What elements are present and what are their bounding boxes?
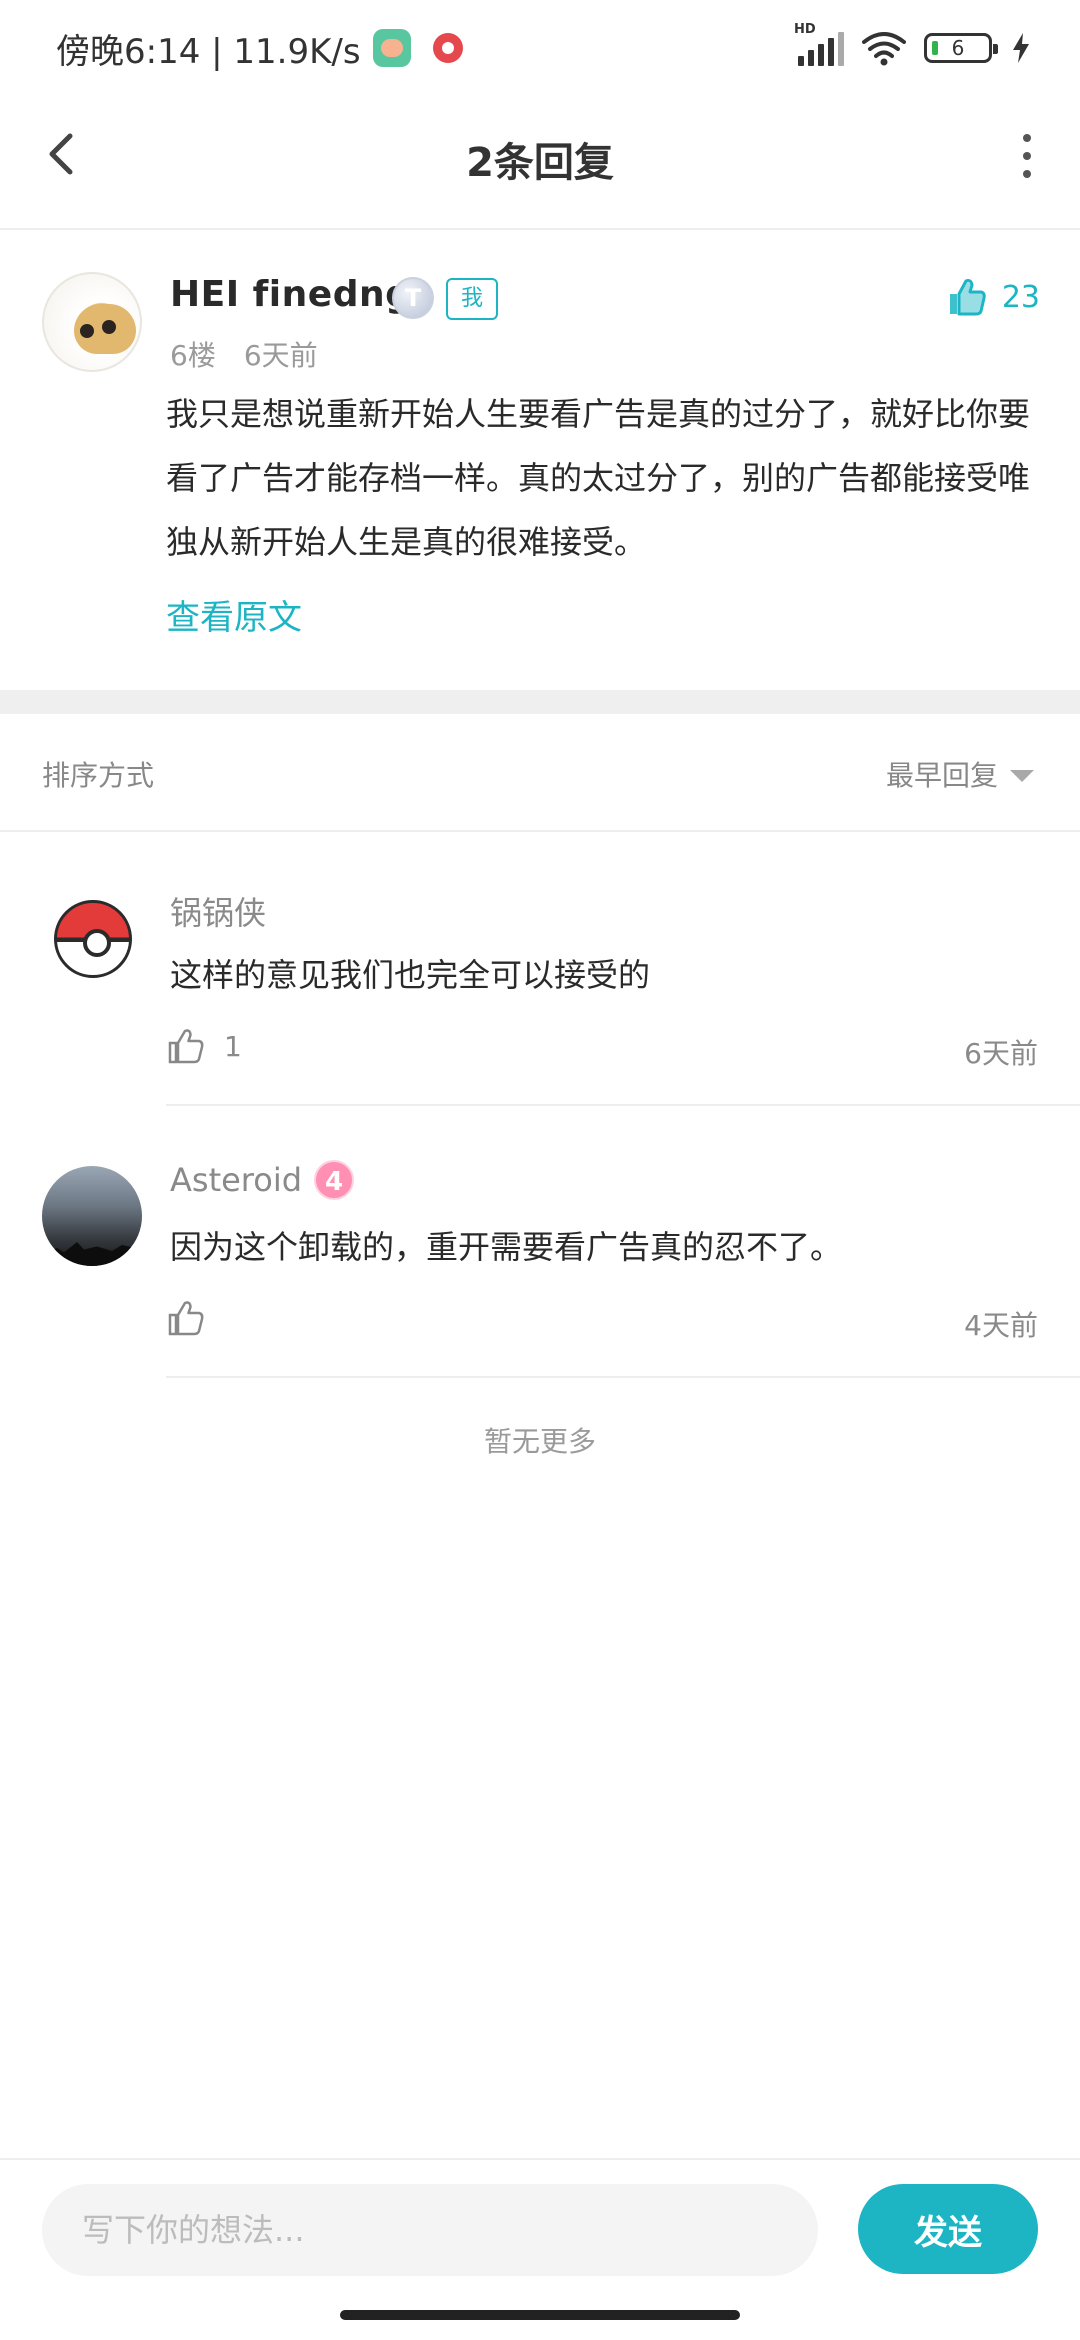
comment-meta: 6楼 6天前: [170, 334, 318, 374]
status-left: 傍晚6:14 | 11.9K/s: [56, 24, 463, 72]
avatar[interactable]: [42, 272, 142, 372]
thumbs-up-icon: [949, 279, 986, 316]
reply-author[interactable]: Asteroid 4: [170, 1160, 355, 1200]
more-dot-icon: [1023, 152, 1031, 160]
status-bar: 傍晚6:14 | 11.9K/s HD 6: [0, 0, 1080, 96]
like-button[interactable]: [166, 1298, 224, 1338]
like-count: 23: [1001, 279, 1040, 315]
sort-selected: 最早回复: [885, 759, 998, 792]
reply-time: 6天前: [964, 1037, 1038, 1070]
me-badge: 我: [446, 278, 498, 320]
charging-icon: [1013, 33, 1029, 63]
status-time: 傍晚6:14 | 11.9K/s: [56, 31, 361, 72]
view-original-link[interactable]: 查看原文: [166, 590, 302, 639]
reply-time: 4天前: [964, 1309, 1038, 1342]
main-comment: HEI finedng T 我 6楼 6天前 23 我只是想说重新开始人生要看广…: [0, 230, 1080, 690]
reply-text: 因为这个卸载的，重开需要看广告真的忍不了。: [170, 1228, 843, 1266]
comment-time: 6天前: [243, 339, 318, 372]
reply-item: 锅锅侠 这样的意见我们也完全可以接受的 1 6天前: [0, 834, 1080, 1106]
section-divider: [0, 690, 1080, 714]
thumbs-up-icon: [168, 1029, 204, 1064]
sort-label: 排序方式: [42, 759, 155, 792]
level-badge: 4: [314, 1160, 355, 1200]
like-button[interactable]: 1: [166, 1026, 242, 1066]
comment-author[interactable]: HEI finedng: [170, 274, 411, 315]
reply-item: Asteroid 4 因为这个卸载的，重开需要看广告真的忍不了。 4天前: [0, 1106, 1080, 1378]
no-more-text: 暂无更多: [483, 1425, 596, 1458]
wifi-icon: [862, 32, 906, 66]
notification-app-icon: [372, 29, 411, 67]
floor-number: 6楼: [170, 339, 216, 372]
more-options-button[interactable]: [1002, 126, 1052, 186]
divider: [166, 1376, 1080, 1378]
home-indicator[interactable]: [340, 2310, 740, 2320]
avatar[interactable]: [54, 900, 132, 978]
reply-author-name: Asteroid: [170, 1161, 303, 1199]
header: 2条回复: [0, 96, 1080, 230]
sort-bar: 排序方式 最早回复: [0, 714, 1080, 832]
like-button[interactable]: 23: [946, 276, 1040, 318]
status-right: HD 6: [794, 22, 1032, 70]
thumbs-up-icon: [168, 1301, 204, 1336]
more-dot-icon: [1023, 170, 1031, 178]
reply-text: 这样的意见我们也完全可以接受的: [170, 956, 651, 994]
battery-icon: 6: [924, 33, 998, 63]
sort-dropdown[interactable]: 最早回复: [886, 754, 1034, 794]
reply-author-name: 锅锅侠: [170, 894, 267, 932]
notification-app-icon: [432, 33, 463, 63]
comment-text: 我只是想说重新开始人生要看广告是真的过分了，就好比你要看了广告才能存档一样。真的…: [166, 395, 1031, 561]
comment-input-bar: 发送: [0, 2158, 1080, 2298]
comment-input[interactable]: [42, 2184, 818, 2276]
more-dot-icon: [1023, 134, 1031, 142]
avatar[interactable]: [42, 1166, 142, 1266]
signal-icon: HD: [794, 22, 844, 66]
caret-down-icon: [1010, 770, 1034, 782]
battery-level: 6: [951, 36, 965, 60]
send-button[interactable]: 发送: [858, 2184, 1038, 2274]
page-title: 2条回复: [466, 140, 614, 186]
reply-author[interactable]: 锅锅侠: [170, 888, 266, 934]
like-count: 1: [224, 1029, 242, 1063]
level-badge: T: [392, 277, 434, 319]
